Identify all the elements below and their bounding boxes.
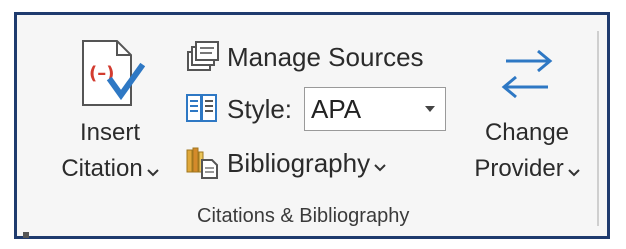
chevron-down-icon — [374, 148, 386, 179]
style-label: Style: — [227, 93, 293, 124]
insert-citation-label-text: Citation — [61, 155, 143, 182]
style-row: Style: APA — [183, 87, 447, 131]
bibliography-label: Bibliography — [227, 147, 371, 178]
group-corner-mark — [23, 232, 29, 238]
change-provider-label-text: Provider — [474, 155, 564, 182]
insert-citation-icon: (–) — [75, 37, 146, 111]
manage-sources-label: Manage Sources — [227, 41, 424, 72]
manage-sources-button[interactable]: Manage Sources — [183, 37, 424, 77]
style-icon — [183, 91, 221, 127]
group-separator — [597, 31, 599, 226]
insert-citation-button[interactable]: (–) Insert Citation — [45, 37, 175, 188]
change-provider-label-1: Change — [484, 119, 570, 146]
manage-sources-icon — [183, 39, 221, 75]
dropdown-caret-icon — [425, 106, 436, 112]
insert-citation-label-1: Insert — [79, 119, 141, 146]
change-provider-label-2: Provider — [457, 151, 597, 188]
chevron-down-icon — [567, 152, 580, 188]
insert-citation-label-2: Citation — [45, 151, 175, 188]
chevron-down-icon — [146, 152, 159, 188]
bibliography-button[interactable]: Bibliography — [183, 143, 386, 183]
change-provider-button[interactable]: Change Provider — [457, 37, 597, 188]
style-dropdown[interactable]: APA — [304, 87, 447, 131]
ribbon-group-frame: (–) Insert Citation Manage Sources Style… — [14, 12, 610, 239]
group-label: Citations & Bibliography — [197, 205, 410, 227]
style-value: APA — [311, 93, 362, 124]
bibliography-icon — [183, 145, 221, 181]
change-provider-icon — [492, 37, 562, 111]
